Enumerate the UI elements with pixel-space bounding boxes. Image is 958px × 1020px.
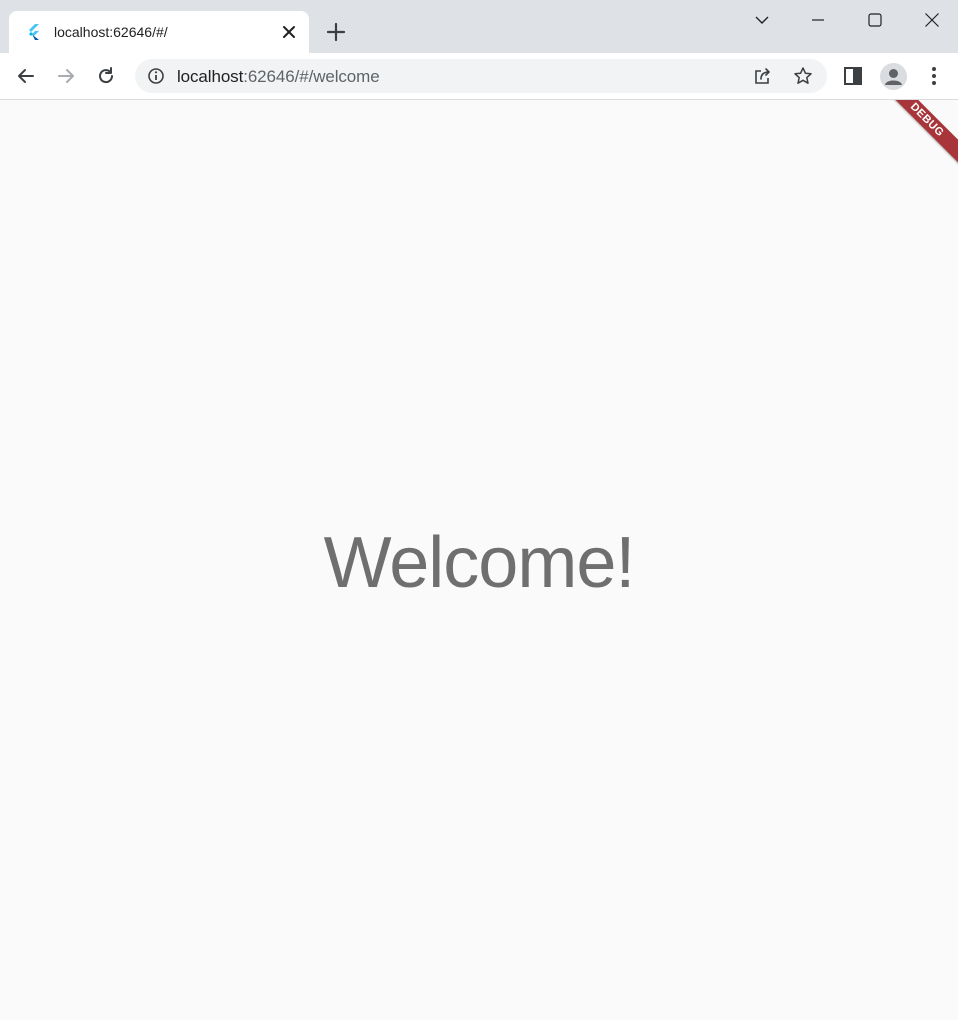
- kebab-menu-icon: [932, 67, 936, 85]
- maximize-icon: [867, 13, 882, 27]
- maximize-button[interactable]: [846, 0, 903, 40]
- welcome-heading: Welcome!: [323, 523, 636, 603]
- address-bar[interactable]: localhost:62646/#/welcome: [135, 59, 827, 93]
- tab-strip: localhost:62646/#/: [0, 0, 958, 53]
- back-button[interactable]: [10, 60, 42, 92]
- side-panel-button[interactable]: [840, 63, 866, 89]
- forward-button[interactable]: [50, 60, 82, 92]
- share-icon[interactable]: [753, 66, 773, 86]
- minimize-button[interactable]: [789, 0, 846, 40]
- reload-icon: [99, 67, 114, 84]
- url-host: localhost: [177, 67, 244, 86]
- flutter-logo-icon: [25, 23, 43, 41]
- tab-close-icon[interactable]: [279, 22, 299, 42]
- tab-search-button[interactable]: [733, 0, 790, 40]
- plus-icon: [326, 22, 346, 42]
- avatar-icon: [885, 69, 902, 85]
- close-icon: [924, 13, 939, 27]
- bookmark-star-icon[interactable]: [793, 66, 813, 86]
- new-tab-button[interactable]: [323, 19, 349, 45]
- url-text[interactable]: localhost:62646/#/welcome: [177, 67, 380, 87]
- browser-menu-button[interactable]: [922, 63, 946, 89]
- back-arrow-icon: [18, 69, 34, 83]
- minimize-icon: [811, 19, 824, 21]
- forward-arrow-icon: [58, 69, 74, 83]
- url-path: :62646/#/welcome: [243, 67, 380, 86]
- page-content: DEBUG Welcome!: [0, 100, 958, 1020]
- chevron-down-icon: [755, 16, 768, 24]
- profile-button[interactable]: [880, 63, 907, 90]
- tab-title: localhost:62646/#/: [54, 24, 168, 40]
- reload-button[interactable]: [90, 60, 122, 92]
- side-panel-icon: [844, 67, 862, 85]
- debug-banner: DEBUG: [875, 100, 958, 172]
- site-info-icon[interactable]: [147, 67, 165, 85]
- browser-tab[interactable]: localhost:62646/#/: [9, 11, 309, 53]
- browser-toolbar: localhost:62646/#/welcome: [0, 53, 958, 100]
- close-window-button[interactable]: [903, 0, 958, 40]
- browser-window: localhost:62646/#/ localhost:62646/#/wel…: [0, 0, 958, 1020]
